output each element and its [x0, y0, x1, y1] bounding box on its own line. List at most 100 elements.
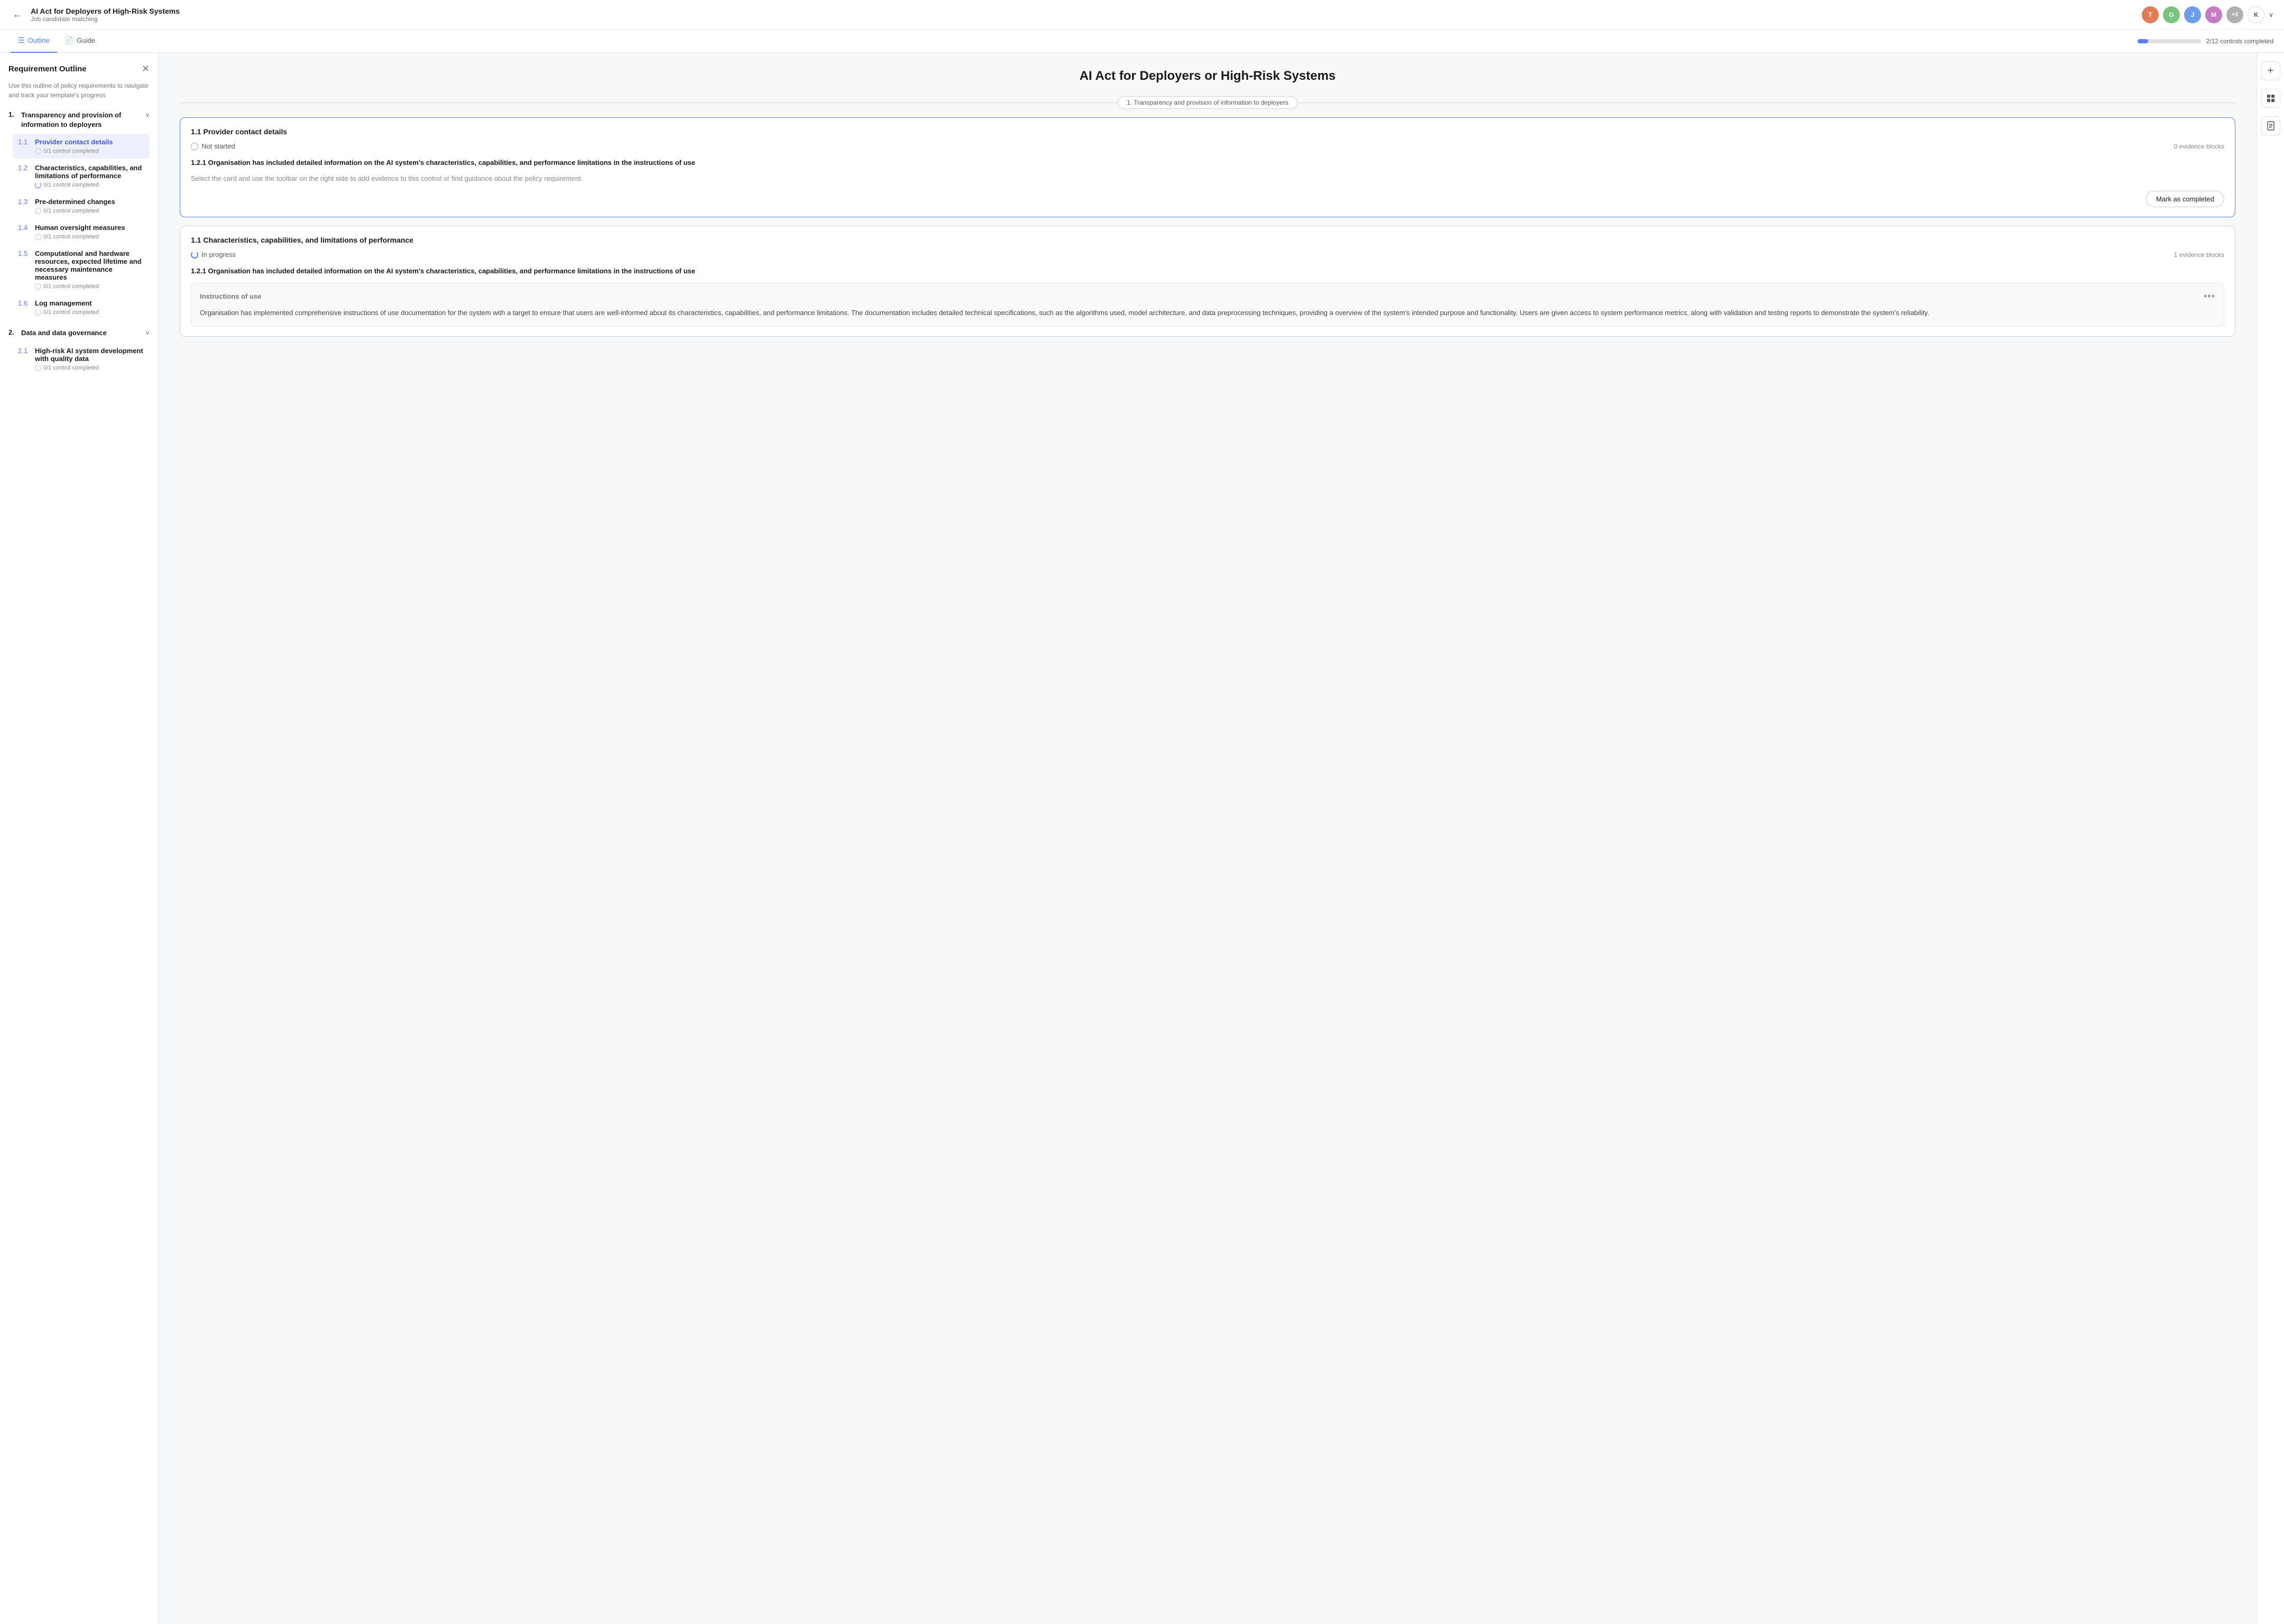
- content-area: AI Act for Deployers or High-Risk System…: [159, 53, 2257, 1624]
- outline-item-1-5-status-text: 0/1 control completed: [43, 283, 99, 290]
- close-sidebar-button[interactable]: ✕: [142, 63, 150, 75]
- tab-guide-label: Guide: [77, 36, 95, 44]
- evidence-block-header: Instructions of use •••: [200, 291, 2215, 302]
- outline-item-1-1-content: Provider contact details 0/1 control com…: [35, 138, 113, 154]
- status-badge-2: In progress: [191, 251, 236, 259]
- outline-item-1-4-status: 0/1 control completed: [35, 234, 125, 240]
- evidence-block: Instructions of use ••• Organisation has…: [191, 283, 2224, 327]
- progress-text: 2/12 controls completed: [2206, 38, 2273, 45]
- outline-item-1-6-title: Log management: [35, 299, 99, 307]
- control-card-2-header: 1.1 Characteristics, capabilities, and l…: [191, 236, 2224, 244]
- status-badge-1: Not started: [191, 142, 235, 150]
- outline-item-1-5-num: 1.5: [18, 250, 31, 257]
- outline-item-1-6-status: 0/1 control completed: [35, 309, 99, 316]
- progress-bar-fill: [2138, 39, 2148, 43]
- outline-item-2-1[interactable]: 2.1 High-risk AI system development with…: [13, 343, 150, 375]
- outline-item-1-3-status-text: 0/1 control completed: [43, 208, 99, 214]
- avatar-k[interactable]: K: [2248, 6, 2264, 23]
- control-card-2-label: 1.1 Characteristics, capabilities, and l…: [191, 236, 413, 244]
- control-card-2-status-row: In progress 1 evidence blocks: [191, 251, 2224, 259]
- outline-item-1-5-status: 0/1 control completed: [35, 283, 144, 290]
- control-card-1[interactable]: 1.1 Provider contact details Not started…: [180, 117, 2235, 217]
- outline-item-2-1-content: High-risk AI system development with qua…: [35, 347, 144, 371]
- outline-item-1-4[interactable]: 1.4 Human oversight measures 0/1 control…: [13, 219, 150, 244]
- status-dot-progress-2: [191, 251, 198, 259]
- status-label-1: Not started: [201, 142, 235, 150]
- control-card-2[interactable]: 1.1 Characteristics, capabilities, and l…: [180, 226, 2235, 337]
- status-label-2: In progress: [201, 251, 236, 259]
- outline-item-1-3[interactable]: 1.3 Pre-determined changes 0/1 control c…: [13, 193, 150, 218]
- section-header-1[interactable]: 1. Transparency and provision of informa…: [8, 110, 150, 130]
- status-circle-1-6: [35, 309, 41, 316]
- header-right: T G J M +3 K ∨: [2142, 6, 2273, 23]
- outline-item-1-2-content: Characteristics, capabilities, and limit…: [35, 164, 144, 188]
- outline-item-1-5[interactable]: 1.5 Computational and hardware resources…: [13, 245, 150, 294]
- tab-outline-label: Outline: [28, 36, 50, 44]
- control-card-1-header: 1.1 Provider contact details: [191, 127, 2224, 136]
- outline-item-1-2-status: 0/1 control completed: [35, 182, 144, 188]
- outline-item-1-4-title: Human oversight measures: [35, 224, 125, 232]
- avatar-j[interactable]: J: [2184, 6, 2201, 23]
- status-dot-empty-1: [191, 143, 198, 150]
- outline-item-1-6-content: Log management 0/1 control completed: [35, 299, 99, 316]
- guide-icon: 📄: [65, 36, 73, 45]
- outline-item-1-1-status: 0/1 control completed: [35, 148, 113, 154]
- outline-item-1-1[interactable]: 1.1 Provider contact details 0/1 control…: [13, 134, 150, 159]
- sidebar-description: Use this outline of policy requirements …: [8, 81, 150, 100]
- outline-item-1-1-status-text: 0/1 control completed: [43, 148, 99, 154]
- tab-bar: ☰ Outline 📄 Guide 2/12 controls complete…: [0, 30, 2284, 53]
- mark-completed-button[interactable]: Mark as completed: [2146, 191, 2224, 207]
- outline-item-2-1-num: 2.1: [18, 347, 31, 355]
- outline-item-1-6[interactable]: 1.6 Log management 0/1 control completed: [13, 295, 150, 320]
- avatar-overflow[interactable]: +3: [2226, 6, 2243, 23]
- back-button[interactable]: ←: [11, 7, 24, 22]
- outline-item-1-6-num: 1.6: [18, 299, 31, 307]
- status-circle-1-5: [35, 283, 41, 290]
- add-evidence-button[interactable]: +: [2261, 61, 2280, 80]
- outline-item-1-2-status-text: 0/1 control completed: [43, 182, 99, 188]
- tab-guide[interactable]: 📄 Guide: [57, 30, 103, 53]
- document-view-button[interactable]: [2261, 116, 2280, 135]
- outline-item-1-1-title: Provider contact details: [35, 138, 113, 146]
- control-hint-1: Select the card and use the toolbar on t…: [191, 173, 2224, 184]
- avatar-m[interactable]: M: [2205, 6, 2222, 23]
- control-card-1-label: 1.1 Provider contact details: [191, 127, 287, 136]
- outline-item-2-1-title: High-risk AI system development with qua…: [35, 347, 144, 363]
- top-header: ← AI Act for Deployers of High-Risk Syst…: [0, 0, 2284, 30]
- outline-item-1-3-status: 0/1 control completed: [35, 208, 115, 214]
- page-title: AI Act for Deployers or High-Risk System…: [180, 69, 2235, 84]
- tab-outline[interactable]: ☰ Outline: [11, 30, 57, 53]
- evidence-count-2: 1 evidence blocks: [2174, 251, 2224, 259]
- outline-item-2-1-status-text: 0/1 control completed: [43, 365, 99, 371]
- control-requirement-1: 1.2.1 Organisation has included detailed…: [191, 158, 2224, 168]
- section-1-number: 1.: [8, 110, 18, 118]
- grid-view-button[interactable]: [2261, 89, 2280, 108]
- status-circle-2-1: [35, 365, 41, 371]
- outline-item-1-5-content: Computational and hardware resources, ex…: [35, 250, 144, 290]
- outline-item-1-1-num: 1.1: [18, 138, 31, 146]
- outline-icon: ☰: [18, 36, 25, 45]
- main-layout: Requirement Outline ✕ Use this outline o…: [0, 53, 2284, 1624]
- outline-item-1-2-num: 1.2: [18, 164, 31, 172]
- status-circle-1-3: [35, 208, 41, 214]
- evidence-block-title: Instructions of use: [200, 292, 261, 300]
- chevron-down-icon[interactable]: ∨: [2269, 11, 2273, 19]
- header-subtitle: Job candidate matching: [31, 15, 180, 23]
- outline-item-1-5-title: Computational and hardware resources, ex…: [35, 250, 144, 281]
- header-main-title: AI Act for Deployers of High-Risk System…: [31, 7, 180, 15]
- avatar-g[interactable]: G: [2163, 6, 2180, 23]
- sidebar-header: Requirement Outline ✕: [8, 63, 150, 75]
- sidebar: Requirement Outline ✕ Use this outline o…: [0, 53, 159, 1624]
- avatar-t[interactable]: T: [2142, 6, 2159, 23]
- sidebar-title: Requirement Outline: [8, 64, 87, 73]
- status-circle-empty-1-1: [35, 148, 41, 154]
- outline-item-1-2[interactable]: 1.2 Characteristics, capabilities, and l…: [13, 160, 150, 192]
- outline-item-1-4-status-text: 0/1 control completed: [43, 234, 99, 240]
- outline-item-1-2-title: Characteristics, capabilities, and limit…: [35, 164, 144, 180]
- evidence-dots-menu[interactable]: •••: [2204, 291, 2215, 302]
- section-header-2[interactable]: 2. Data and data governance ∨: [8, 328, 150, 338]
- divider-label: 1. Transparency and provision of informa…: [1118, 96, 1297, 109]
- evidence-text: Organisation has implemented comprehensi…: [200, 307, 2215, 319]
- right-toolbar: +: [2257, 53, 2284, 1624]
- header-titles: AI Act for Deployers of High-Risk System…: [31, 7, 180, 23]
